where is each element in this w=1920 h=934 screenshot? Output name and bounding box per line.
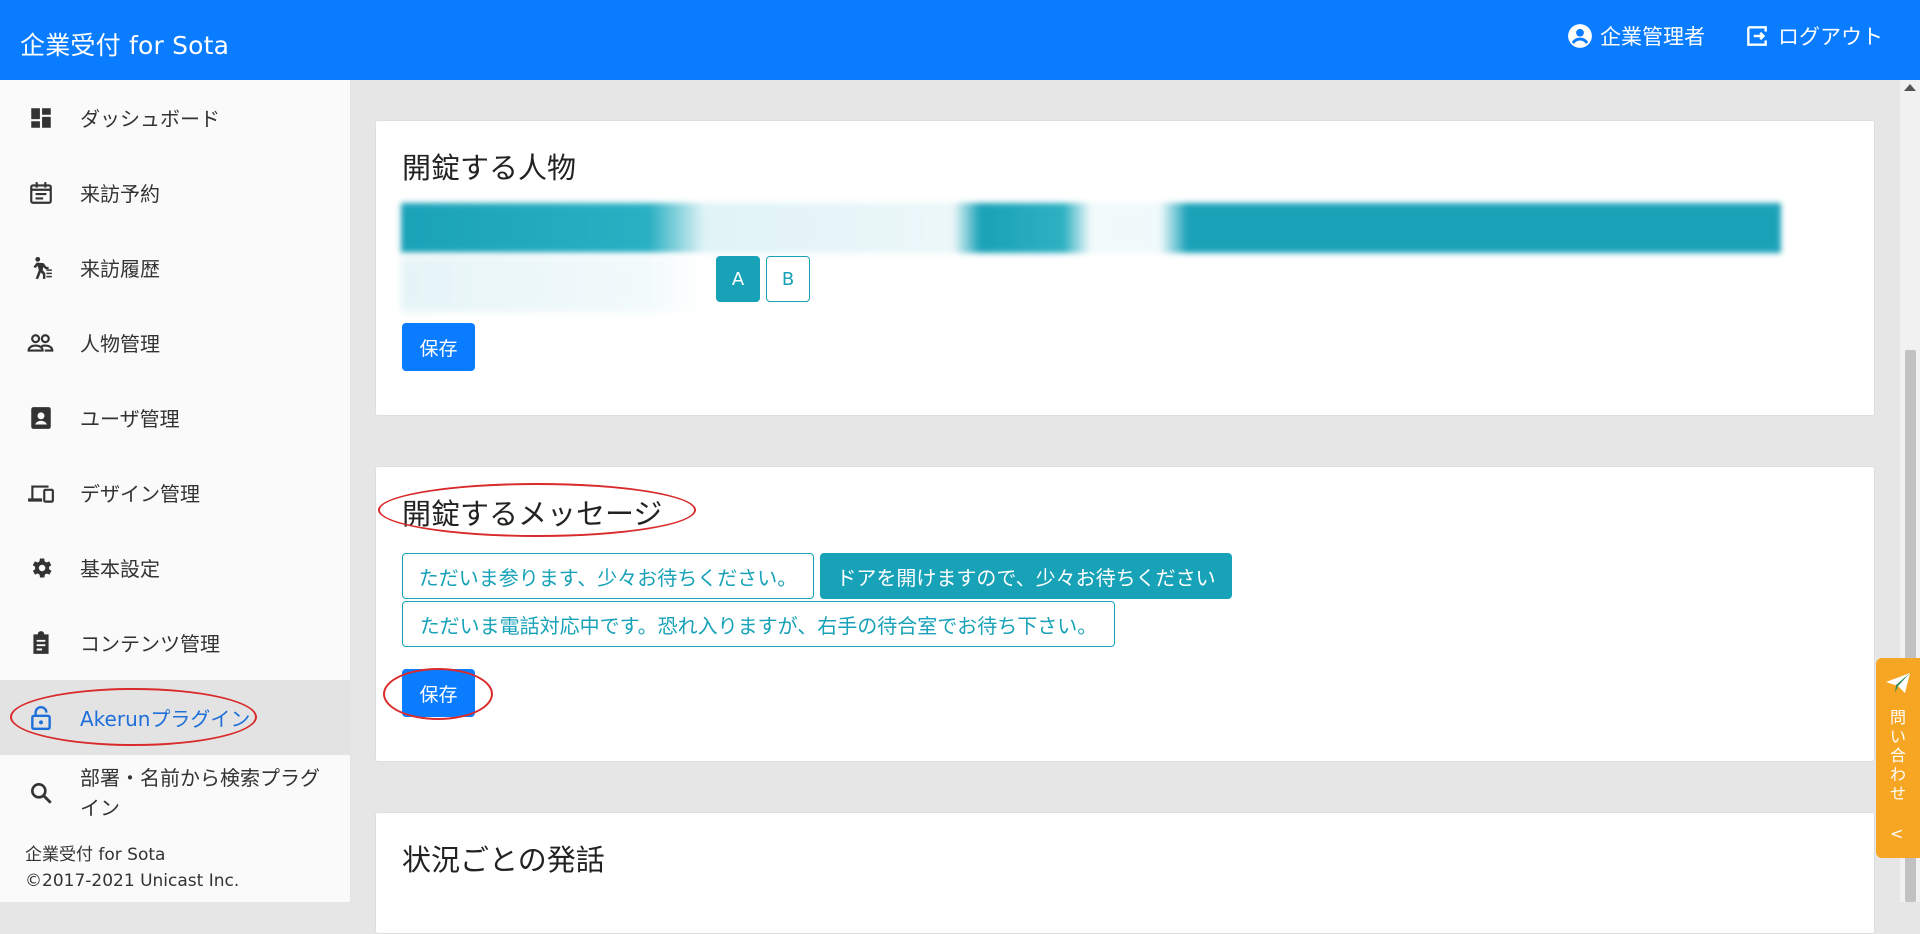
unlock-person-card: 開錠する人物 A B 保存 [375,120,1875,416]
sidebar-item-akerun-plugin[interactable]: Akerunプラグイン [0,680,350,755]
app-title[interactable]: 企業受付 for Sota [20,26,229,62]
message-option-2[interactable]: ドアを開けますので、少々お待ちください [820,553,1232,599]
message-option-3[interactable]: ただいま電話対応中です。恐れ入りますが、右手の待合室でお待ち下さい。 [402,601,1115,647]
chevron-left-icon: < [1890,824,1904,843]
card-title: 開錠する人物 [402,151,577,185]
redacted-person-list [401,203,1781,253]
situation-speech-card: 状況ごとの発話 [375,812,1875,934]
sidebar-item-content-management[interactable]: コンテンツ管理 [0,605,350,680]
sidebar: ダッシュボード 来訪予約 来訪履歴 人物管理 ユーザ管理 デザイン管理 基本設定… [0,80,351,902]
card-title: 開錠するメッセージ [402,497,663,531]
sidebar-item-label: ダッシュボード [80,107,220,131]
footer-title: 企業受付 for Sota [25,845,166,865]
sidebar-item-visit-reservation[interactable]: 来訪予約 [0,155,350,230]
sidebar-item-dashboard[interactable]: ダッシュボード [0,80,350,155]
contact-label: 問い合わせ [1889,708,1906,803]
sidebar-item-basic-settings[interactable]: 基本設定 [0,530,350,605]
people-icon [26,328,56,358]
sidebar-item-label: 来訪予約 [80,182,160,206]
sidebar-item-label: 人物管理 [80,332,160,356]
sidebar-item-people-management[interactable]: 人物管理 [0,305,350,380]
save-button[interactable]: 保存 [402,669,475,717]
contact-tab[interactable]: 問い合わせ < [1876,658,1920,858]
sidebar-item-label: デザイン管理 [80,482,200,506]
person-option-b[interactable]: B [766,256,810,302]
sidebar-item-label: ユーザ管理 [80,407,180,431]
sidebar-item-label: 部署・名前から検索プラグイン [80,765,320,820]
save-button[interactable]: 保存 [402,323,475,371]
scroll-up-arrow-icon[interactable] [1904,84,1916,91]
top-header: 企業受付 for Sota 企業管理者 ログアウト [0,0,1920,80]
dashboard-icon [26,103,56,133]
unlock-message-card: 開錠するメッセージ ただいま参ります、少々お待ちください。 ドアを開けますので、… [375,466,1875,762]
sidebar-item-visit-history[interactable]: 来訪履歴 [0,230,350,305]
sidebar-item-user-management[interactable]: ユーザ管理 [0,380,350,455]
main-content: 開錠する人物 A B 保存 開錠するメッセージ ただいま参ります、少々お待ちくだ… [351,80,1900,934]
user-menu[interactable]: 企業管理者 [1566,21,1705,51]
logout-icon [1742,22,1772,50]
account-circle-icon [1566,22,1594,50]
calendar-icon [26,178,56,208]
person-option-a[interactable]: A [716,256,760,302]
clipboard-icon [26,628,56,658]
search-icon [26,778,56,808]
message-option-1[interactable]: ただいま参ります、少々お待ちください。 [402,553,814,599]
sidebar-item-label: コンテンツ管理 [80,632,220,656]
sidebar-footer: 企業受付 for Sota ©2017-2021 Unicast Inc. [25,842,239,894]
redacted-person-name [401,256,706,312]
sidebar-item-label: 来訪履歴 [80,257,160,281]
paper-plane-icon [1884,670,1912,696]
walking-person-icon [26,253,56,283]
user-label: 企業管理者 [1600,25,1705,49]
logout-button[interactable]: ログアウト [1742,21,1883,51]
sidebar-item-label: 基本設定 [80,557,160,581]
sidebar-item-design-management[interactable]: デザイン管理 [0,455,350,530]
gear-icon [26,553,56,583]
devices-icon [26,478,56,508]
sidebar-item-search-plugin[interactable]: 部署・名前から検索プラグイン [0,755,350,830]
logout-label: ログアウト [1778,25,1883,49]
card-title: 状況ごとの発話 [402,843,605,877]
lock-icon [26,703,56,733]
contact-card-icon [26,403,56,433]
sidebar-item-label: Akerunプラグイン [80,707,251,731]
footer-copyright: ©2017-2021 Unicast Inc. [25,871,240,891]
